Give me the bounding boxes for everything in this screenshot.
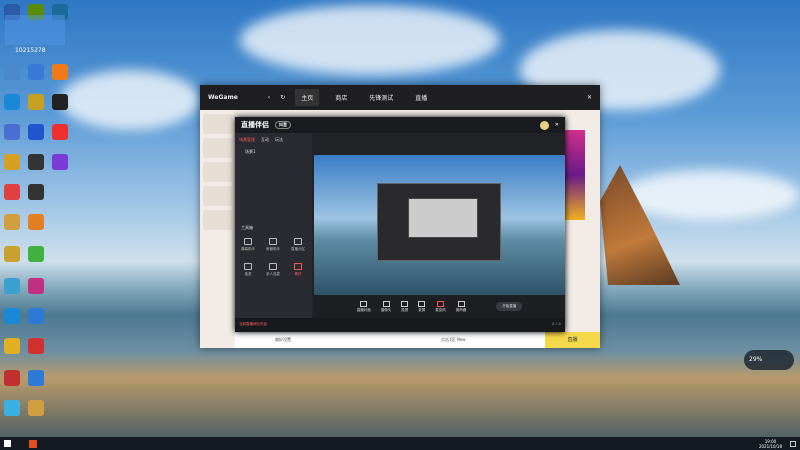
refresh-icon[interactable]: ↻	[280, 94, 285, 101]
tool-item[interactable]: 弹幕助手	[239, 238, 257, 254]
tool-item[interactable]: 抽奖	[239, 263, 257, 279]
desktop-shortcut-icon[interactable]	[4, 308, 20, 324]
sidebar-item[interactable]	[203, 114, 232, 134]
desktop-shortcut-icon[interactable]	[4, 214, 20, 230]
sidebar-item[interactable]	[203, 186, 232, 206]
performance-meter[interactable]: 29%	[744, 350, 794, 370]
desktop-shortcut-icon[interactable]	[28, 64, 44, 80]
desktop-shortcut-icon[interactable]	[28, 124, 44, 140]
tool-item[interactable]: 直播分区	[289, 238, 307, 254]
taskbar: 19:00 2021/10/18	[0, 437, 800, 450]
desktop-shortcut-icon[interactable]	[4, 154, 20, 170]
tab-test[interactable]: 先锋测试	[363, 89, 399, 106]
sidebar-item[interactable]	[203, 210, 232, 230]
app-titlebar: 直播伴侣 抖音 ✕	[235, 117, 565, 133]
desktop-shortcut-icon[interactable]	[28, 94, 44, 110]
tab-play[interactable]: 玩法	[275, 137, 283, 143]
status-text: 当前直播间已开启	[239, 322, 267, 326]
nested-window-capture	[377, 183, 501, 261]
desktop-shortcut-icon[interactable]	[4, 246, 20, 262]
desktop-shortcut-icon[interactable]	[52, 154, 68, 170]
badge-number: 10215278	[15, 47, 46, 54]
tool-item[interactable]: 多人连麦	[264, 263, 282, 279]
platform-badge[interactable]: 抖音	[275, 121, 291, 129]
desktop-shortcut-icon[interactable]	[4, 278, 20, 294]
tool-item[interactable]: 素材	[289, 263, 307, 279]
close-icon[interactable]: ✕	[555, 122, 559, 128]
tool-item[interactable]: 房管助手	[264, 238, 282, 254]
tray-time[interactable]: 19:00 2021/10/18	[759, 439, 782, 449]
bottom-toolbar: 直播封面 摄像头 投屏 录屏 麦克风 扬声器 开始直播	[314, 295, 565, 318]
cover-button[interactable]: 直播封面	[357, 300, 371, 313]
desktop-shortcut-icon[interactable]	[52, 64, 68, 80]
desktop-shortcut-icon[interactable]	[52, 124, 68, 140]
tab-live[interactable]: 直播	[409, 89, 433, 106]
live-companion-window[interactable]: 直播伴侣 抖音 ✕ 场景管理 互动 玩法 场景1 工具箱 弹幕助手 房管助手 直播分…	[235, 117, 565, 332]
desktop-shortcut-icon[interactable]	[28, 370, 44, 386]
wegame-titlebar: WeGame ‹ ↻ 主页 商店 先锋测试 直播 ✕	[200, 85, 600, 110]
wegame-logo: WeGame	[208, 94, 238, 101]
notification-icon[interactable]	[790, 440, 796, 447]
desktop-shortcut-icon[interactable]	[28, 184, 44, 200]
tab-store[interactable]: 商店	[329, 89, 353, 106]
close-icon[interactable]: ✕	[587, 94, 592, 101]
desktop-shortcut-icon[interactable]	[52, 94, 68, 110]
tab-interact[interactable]: 互动	[261, 137, 269, 143]
scene-panel: 场景管理 互动 玩法 场景1 工具箱 弹幕助手 房管助手 直播分区 抽奖 多人连麦 …	[235, 133, 312, 318]
desktop-shortcut-icon[interactable]	[4, 64, 20, 80]
nested-window-capture	[408, 198, 478, 238]
desktop-shortcut-icon[interactable]	[4, 94, 20, 110]
app-title: 直播伴侣	[241, 121, 269, 129]
back-icon[interactable]: ‹	[268, 94, 270, 101]
speaker-button[interactable]: 扬声器	[456, 300, 466, 313]
desktop-shortcut-icon[interactable]	[28, 400, 44, 416]
desktop-badge: 10215278	[5, 15, 65, 54]
cast-button[interactable]: 投屏	[401, 300, 409, 313]
desktop-shortcut-icon[interactable]	[4, 184, 20, 200]
desktop-shortcut-icon[interactable]	[28, 338, 44, 354]
avatar[interactable]	[539, 120, 549, 130]
tab-scene[interactable]: 场景管理	[239, 137, 255, 143]
desktop-shortcut-icon[interactable]	[28, 308, 44, 324]
wegame-sidebar	[200, 110, 235, 332]
desktop-shortcut-icon[interactable]	[28, 278, 44, 294]
sidebar-item[interactable]	[203, 138, 232, 158]
scene-item[interactable]: 场景1	[235, 147, 312, 157]
desktop-shortcut-icon[interactable]	[4, 400, 20, 416]
tab-home[interactable]: 主页	[295, 89, 320, 106]
mic-button[interactable]: 麦克风	[435, 300, 446, 313]
desktop-shortcut-icon[interactable]	[4, 124, 20, 140]
live-button[interactable]: 直播	[545, 332, 600, 348]
desktop-shortcut-icon[interactable]	[4, 338, 20, 354]
status-bar: 当前直播间已开启 8.7.6	[235, 318, 565, 332]
settings-link[interactable]: 偏好设置	[275, 337, 291, 343]
desktop-shortcut-icon[interactable]	[28, 214, 44, 230]
game-poster	[565, 130, 585, 220]
record-button[interactable]: 录屏	[418, 300, 426, 313]
desktop-shortcut-icon[interactable]	[28, 246, 44, 262]
toolbox-heading: 工具箱	[241, 225, 253, 230]
windows-start-icon[interactable]	[4, 440, 11, 447]
footer-item[interactable]: 点击1区 New	[441, 337, 466, 343]
scene-toolbar	[314, 135, 565, 153]
sidebar-item[interactable]	[203, 162, 232, 182]
desktop-shortcut-icon[interactable]	[4, 370, 20, 386]
version-text: 8.7.6	[552, 322, 561, 326]
cpu-percent: 29%	[749, 356, 763, 363]
preview-canvas[interactable]	[314, 155, 565, 295]
camera-button[interactable]: 摄像头	[381, 300, 391, 313]
wegame-taskbar-icon[interactable]	[29, 439, 37, 448]
start-live-button[interactable]: 开始直播	[496, 302, 523, 311]
desktop-shortcut-icon[interactable]	[28, 154, 44, 170]
